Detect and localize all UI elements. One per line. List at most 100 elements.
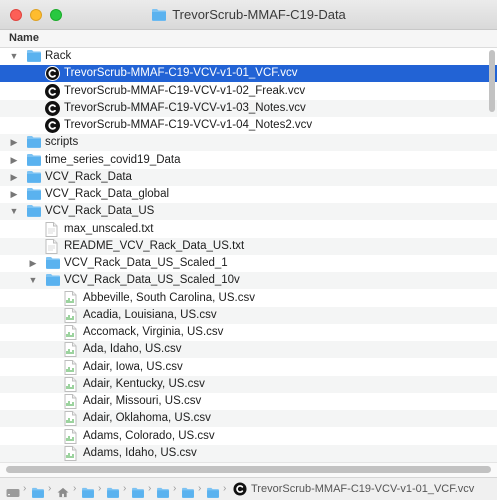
vertical-scrollbar[interactable] [487,48,497,462]
disclosure-triangle-collapsed-icon[interactable]: ▶ [8,186,20,203]
file-row[interactable]: TrevorScrub-MMAF-C19-VCV-v1-02_Freak.vcv [0,83,497,100]
csv-document-icon [64,428,80,444]
row-label: VCV_Rack_Data_US_Scaled_1 [64,257,228,269]
disclosure-triangle-collapsed-icon[interactable]: ▶ [8,152,20,169]
file-row[interactable]: README_VCV_Rack_Data_US.txt [0,237,497,255]
column-header-name[interactable]: Name [0,30,497,48]
home-icon[interactable] [56,484,70,500]
title-bar[interactable]: TrevorScrub-MMAF-C19-Data [0,0,497,30]
horizontal-scroll-thumb[interactable] [6,466,491,473]
folder-icon [45,256,61,271]
csv-document-icon [64,290,80,306]
folder-icon [45,273,61,288]
column-header-label: Name [9,32,39,44]
csv-document-icon [64,411,80,427]
row-label: TrevorScrub-MMAF-C19-VCV-v1-04_Notes2.vc… [64,119,313,131]
row-label: VCV_Rack_Data_US_Scaled_10v [64,274,240,287]
file-row[interactable]: Accomack, Virginia, US.csv [0,324,497,341]
file-row[interactable]: Adair, Kentucky, US.csv [0,375,497,393]
vcv-rack-file-icon [233,482,247,500]
file-row[interactable]: Adair, Missouri, US.csv [0,393,497,410]
horizontal-scrollbar[interactable] [0,462,497,477]
row-label: time_series_covid19_Data [45,153,181,166]
file-row[interactable]: Adair, Oklahoma, US.csv [0,410,497,428]
file-row[interactable]: TrevorScrub-MMAF-C19-VCV-v1-01_VCF.vcv [0,65,497,83]
path-separator-icon: › [198,483,202,494]
folder-icon [26,135,42,150]
disclosure-triangle-collapsed-icon[interactable]: ▶ [8,134,20,151]
row-label: TrevorScrub-MMAF-C19-VCV-v1-02_Freak.vcv [64,84,306,97]
folder-icon[interactable] [181,484,195,500]
folder-row[interactable]: ▶ VCV_Rack_Data_global [0,186,497,203]
vcv-rack-file-icon [45,100,61,116]
file-row[interactable]: Ada, Idaho, US.csv [0,341,497,359]
vcv-rack-file-icon [45,83,61,99]
csv-document-icon [64,376,80,392]
row-label: Adair, Iowa, US.csv [83,360,183,373]
row-label: Accomack, Virginia, US.csv [83,326,224,338]
path-bar: TrevorScrub-MMAF-C19-VCV-v1-01_VCF.vcv ›… [0,477,497,500]
disclosure-triangle-collapsed-icon[interactable]: ▶ [8,169,20,186]
window-title-group: TrevorScrub-MMAF-C19-Data [0,7,497,22]
folder-row[interactable]: ▼ Rack [0,48,497,65]
csv-document-icon [64,359,80,375]
folder-icon [26,187,42,202]
file-row[interactable]: Adair, Iowa, US.csv [0,359,497,376]
path-separator-icon: › [98,483,102,494]
folder-icon[interactable] [31,484,45,500]
row-label: Acadia, Louisiana, US.csv [83,308,217,321]
folder-row[interactable]: ▶ time_series_covid19_Data [0,152,497,169]
row-label: README_VCV_Rack_Data_US.txt [64,239,245,252]
path-separator-icon: › [73,483,77,494]
file-list[interactable]: ▼ Rack TrevorScrub-MMAF-C19-VCV-v1-01_VCF.… [0,48,497,462]
folder-icon[interactable] [156,484,170,500]
row-label: Adair, Missouri, US.csv [83,395,202,407]
file-row[interactable]: max_unscaled.txt [0,221,497,238]
folder-row[interactable]: ▶ VCV_Rack_Data [0,168,497,186]
folder-icon [26,170,42,185]
file-row[interactable]: Abbeville, South Carolina, US.csv [0,290,497,307]
finder-window: TrevorScrub-MMAF-C19-Data Name ▼ Rack Trev… [0,0,497,500]
row-label: Ada, Idaho, US.csv [83,343,182,356]
row-label: VCV_Rack_Data_US [45,205,155,218]
folder-row[interactable]: ▶ scripts [0,134,497,152]
folder-row[interactable]: ▶ VCV_Rack_Data_US_Scaled_1 [0,255,497,272]
path-bar-current-file[interactable]: TrevorScrub-MMAF-C19-VCV-v1-01_VCF.vcv [251,478,474,500]
row-label: Abbeville, South Carolina, US.csv [83,291,255,304]
path-separator-icon: › [148,483,152,494]
vcv-rack-file-icon [45,118,61,133]
path-separator-icon: › [48,483,52,494]
path-separator-icon: › [123,483,127,494]
path-separator-icon: › [173,483,177,494]
window-title: TrevorScrub-MMAF-C19-Data [172,7,346,22]
file-row[interactable]: Adams, Colorado, US.csv [0,428,497,445]
folder-icon [26,204,42,219]
csv-document-icon [64,394,80,409]
row-label: TrevorScrub-MMAF-C19-VCV-v1-01_VCF.vcv [64,67,298,80]
disclosure-triangle-expanded-icon[interactable]: ▼ [8,203,20,220]
row-label: Adams, Colorado, US.csv [83,429,215,442]
row-label: Rack [45,50,72,62]
folder-icon[interactable] [206,484,220,500]
row-label: Adair, Oklahoma, US.csv [83,412,211,425]
file-row[interactable]: TrevorScrub-MMAF-C19-VCV-v1-03_Notes.vcv [0,99,497,117]
vertical-scroll-thumb[interactable] [489,50,495,112]
folder-icon [26,49,42,64]
folder-icon[interactable] [81,484,95,500]
disclosure-triangle-expanded-icon[interactable]: ▼ [27,272,39,289]
file-row[interactable]: Adams, Idaho, US.csv [0,444,497,462]
file-row[interactable]: TrevorScrub-MMAF-C19-VCV-v1-04_Notes2.vc… [0,117,497,134]
row-label: scripts [45,136,79,149]
folder-icon[interactable] [131,484,145,500]
vcv-rack-file-icon [45,66,61,82]
folder-row[interactable]: ▼ VCV_Rack_Data_US [0,203,497,221]
csv-document-icon [64,445,80,461]
row-label: max_unscaled.txt [64,222,154,235]
hard-drive-icon[interactable] [6,484,20,500]
csv-document-icon [64,307,80,323]
file-row[interactable]: Acadia, Louisiana, US.csv [0,306,497,324]
disclosure-triangle-collapsed-icon[interactable]: ▶ [27,255,39,272]
folder-row[interactable]: ▼ VCV_Rack_Data_US_Scaled_10v [0,272,497,290]
folder-icon[interactable] [106,484,120,500]
disclosure-triangle-expanded-icon[interactable]: ▼ [8,48,20,65]
